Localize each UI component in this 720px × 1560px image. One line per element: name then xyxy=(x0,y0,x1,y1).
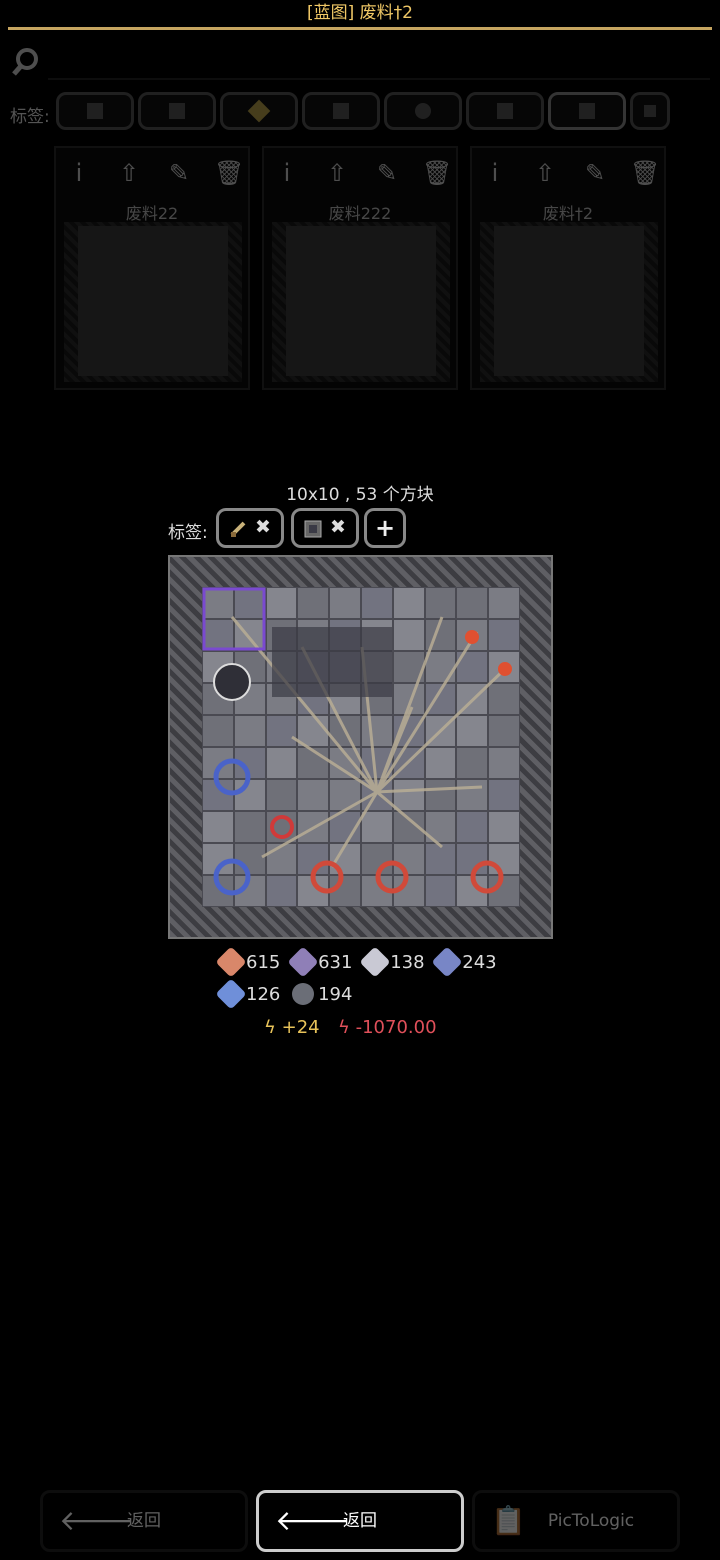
lightning-icon: ϟ xyxy=(264,1017,276,1038)
delete-icon[interactable]: 🗑 xyxy=(630,158,660,188)
add-tag-button[interactable]: + xyxy=(364,508,406,548)
resources-row-1: 615 631 138 243 xyxy=(215,946,497,978)
tag-chip-block[interactable]: ✖ xyxy=(291,508,359,548)
remove-tag-icon[interactable]: ✖ xyxy=(255,516,271,538)
tag-edit-button[interactable] xyxy=(630,92,670,130)
lead-icon xyxy=(287,946,319,978)
edit-icon[interactable]: ✎ xyxy=(580,158,610,188)
schematic-name: 废料222 xyxy=(328,204,392,223)
power-links xyxy=(202,587,512,896)
dialog-tags-label: 标签: xyxy=(168,523,208,543)
schematic-name: 废料†2 xyxy=(542,204,594,223)
delete-icon[interactable]: 🗑 xyxy=(214,158,244,188)
schematic-preview xyxy=(168,555,553,939)
metaglass-icon xyxy=(359,946,391,978)
search-icon[interactable] xyxy=(10,46,42,78)
info-icon[interactable]: i xyxy=(272,158,302,188)
tags-label: 标签: xyxy=(10,107,50,127)
schematic-thumbnail xyxy=(272,222,450,382)
search-input[interactable] xyxy=(48,78,710,80)
info-icon[interactable]: i xyxy=(480,158,510,188)
info-icon[interactable]: i xyxy=(64,158,94,188)
tag-chip-brush[interactable]: ✖ xyxy=(216,508,284,548)
tag-filter-5[interactable] xyxy=(384,92,462,130)
lightning-icon: ϟ xyxy=(338,1017,350,1038)
power-generation: ϟ +24 xyxy=(264,1017,320,1038)
titanium-icon xyxy=(431,946,463,978)
tag-filter-6[interactable] xyxy=(466,92,544,130)
block-icon xyxy=(304,520,322,538)
schematic-thumbnail xyxy=(64,222,242,382)
tag-filter-2[interactable] xyxy=(138,92,216,130)
title-underline xyxy=(8,27,712,30)
power-consumption: ϟ -1070.00 xyxy=(338,1017,437,1038)
tag-filter-3[interactable] xyxy=(220,92,298,130)
schematic-card[interactable]: i ⇧ ✎ 🗑 废料22 xyxy=(54,146,250,390)
tag-filter-1[interactable] xyxy=(56,92,134,130)
edit-icon[interactable]: ✎ xyxy=(164,158,194,188)
edit-icon[interactable]: ✎ xyxy=(372,158,402,188)
back-button-dimmed: 🡐 返回 xyxy=(40,1490,248,1552)
upload-icon[interactable]: ⇧ xyxy=(114,158,144,188)
back-button[interactable]: 🡐 返回 xyxy=(256,1490,464,1552)
brush-icon xyxy=(229,520,247,538)
pictologic-button: 📋 PicToLogic xyxy=(472,1490,680,1552)
resources-row-2: 126 194 xyxy=(215,978,352,1010)
tag-filter-7[interactable] xyxy=(548,92,626,130)
schematic-dimensions: 10x10 , 53 个方块 xyxy=(286,485,434,505)
silicon-icon xyxy=(215,978,247,1010)
schematic-card[interactable]: i ⇧ ✎ 🗑 废料222 xyxy=(262,146,458,390)
delete-icon[interactable]: 🗑 xyxy=(422,158,452,188)
schematic-thumbnail xyxy=(480,222,658,382)
tag-filter-4[interactable] xyxy=(302,92,380,130)
upload-icon[interactable]: ⇧ xyxy=(530,158,560,188)
remove-tag-icon[interactable]: ✖ xyxy=(330,516,346,538)
schematic-card[interactable]: i ⇧ ✎ 🗑 废料†2 xyxy=(470,146,666,390)
copper-icon xyxy=(215,946,247,978)
page-title: [蓝图] 废料†2 xyxy=(307,3,413,23)
upload-icon[interactable]: ⇧ xyxy=(322,158,352,188)
schematic-name: 废料22 xyxy=(125,204,179,223)
graphite-icon xyxy=(287,978,319,1010)
